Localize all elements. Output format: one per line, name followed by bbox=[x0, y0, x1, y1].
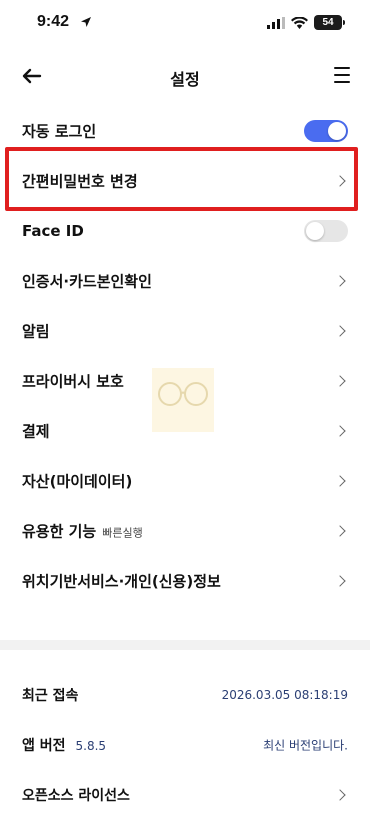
chevron-right-icon bbox=[334, 475, 346, 487]
setting-sub-label: 빠른실행 bbox=[102, 526, 143, 540]
setting-label: Face ID bbox=[22, 222, 84, 240]
recent-access-label: 최근 접속 bbox=[22, 688, 79, 704]
setting-label: 결제 bbox=[22, 422, 50, 441]
location-arrow-icon bbox=[81, 17, 91, 27]
setting-face-id: Face ID bbox=[0, 206, 370, 256]
setting-useful-features[interactable]: 유용한 기능 빠른실행 bbox=[0, 506, 370, 556]
app-version-status: 최신 버전입니다. bbox=[263, 738, 348, 753]
chevron-right-icon bbox=[334, 425, 346, 437]
face-id-toggle[interactable] bbox=[304, 220, 348, 242]
page-title: 설정 bbox=[170, 70, 200, 89]
app-version-number: 5.8.5 bbox=[75, 739, 107, 753]
battery-icon: 54 bbox=[314, 15, 345, 30]
setting-label: 인증서·카드본인확인 bbox=[22, 272, 152, 291]
chevron-right-icon bbox=[334, 325, 346, 337]
cellular-signal-icon bbox=[267, 16, 285, 29]
setting-label: 유용한 기능 빠른실행 bbox=[22, 521, 143, 542]
auto-login-toggle[interactable] bbox=[304, 120, 348, 142]
chevron-right-icon bbox=[334, 275, 346, 287]
app-version-label-text: 앱 버전 bbox=[22, 738, 66, 754]
setting-location-privacy[interactable]: 위치기반서비스·개인(신용)정보 bbox=[0, 556, 370, 606]
setting-label: 알림 bbox=[22, 322, 50, 341]
chevron-right-icon bbox=[334, 789, 346, 801]
setting-label: 위치기반서비스·개인(신용)정보 bbox=[22, 572, 221, 591]
section-divider bbox=[0, 640, 370, 650]
setting-notifications[interactable]: 알림 bbox=[0, 306, 370, 356]
open-source-license-row[interactable]: 오픈소스 라이선스 bbox=[0, 772, 370, 818]
status-bar: 9:42 54 bbox=[0, 0, 370, 46]
app-version-label: 앱 버전 5.8.5 bbox=[22, 735, 106, 755]
setting-label: 자산(마이데이터) bbox=[22, 472, 133, 491]
setting-certificate[interactable]: 인증서·카드본인확인 bbox=[0, 256, 370, 306]
chevron-right-icon bbox=[334, 525, 346, 537]
setting-mydata[interactable]: 자산(마이데이터) bbox=[0, 456, 370, 506]
app-version-row: 앱 버전 5.8.5 최신 버전입니다. bbox=[0, 722, 370, 768]
app-header: 설정 bbox=[0, 50, 370, 104]
hamburger-menu-icon[interactable] bbox=[334, 67, 350, 83]
setting-privacy[interactable]: 프라이버시 보호 bbox=[0, 356, 370, 406]
open-source-license-label: 오픈소스 라이선스 bbox=[22, 788, 130, 804]
setting-label-text: 유용한 기능 bbox=[22, 522, 97, 541]
recent-access-row: 최근 접속 2026.03.05 08:18:19 bbox=[0, 672, 370, 718]
setting-label: 자동 로그인 bbox=[22, 122, 97, 141]
status-time: 9:42 bbox=[37, 13, 70, 30]
wifi-icon bbox=[291, 16, 308, 29]
chevron-right-icon bbox=[334, 375, 346, 387]
setting-payment[interactable]: 결제 bbox=[0, 406, 370, 456]
battery-level: 54 bbox=[322, 17, 334, 28]
setting-label: 프라이버시 보호 bbox=[22, 372, 124, 391]
highlight-box bbox=[5, 147, 358, 211]
recent-access-value: 2026.03.05 08:18:19 bbox=[221, 688, 348, 702]
chevron-right-icon bbox=[334, 575, 346, 587]
